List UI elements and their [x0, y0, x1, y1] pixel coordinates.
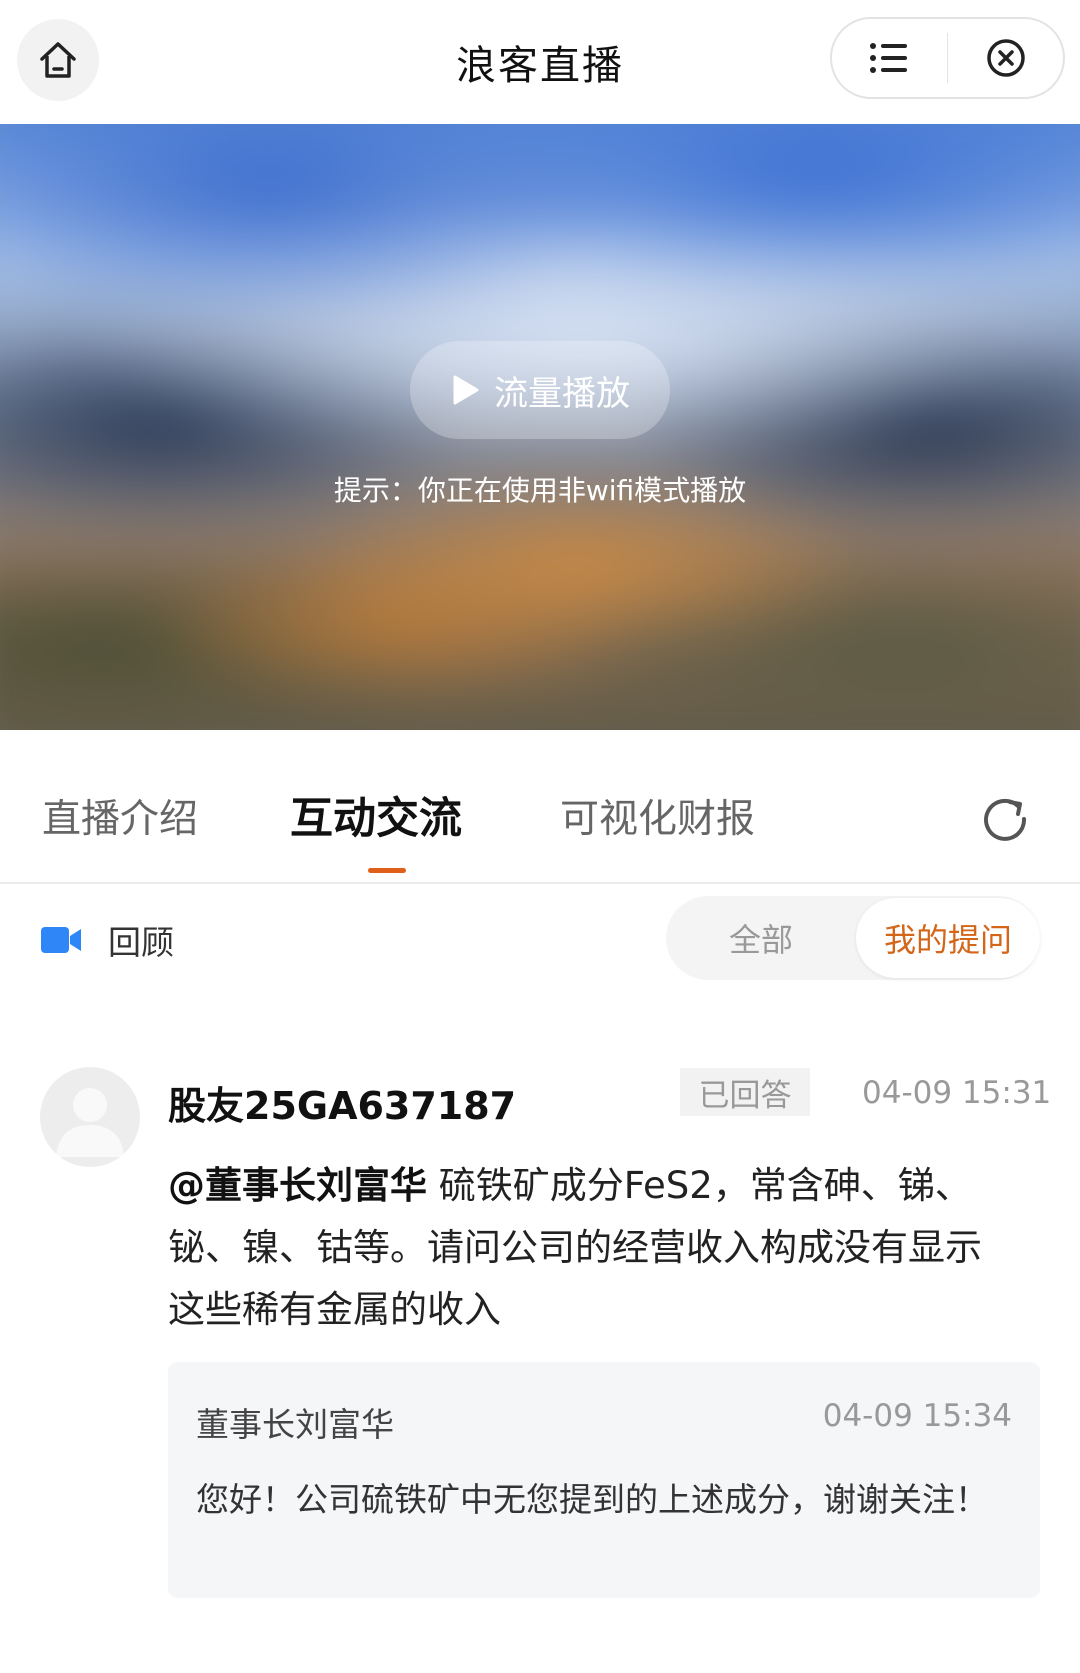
refresh-icon — [984, 798, 1027, 841]
question-text: @董事长刘富华 硫铁矿成分FeS2，常含砷、锑、铋、镍、钴等。请问公司的经营收入… — [168, 1155, 1018, 1341]
refresh-button[interactable] — [980, 795, 1032, 847]
video-camera-icon — [41, 927, 81, 953]
question-time: 04-09 15:31 — [862, 1075, 1052, 1111]
answer-time: 04-09 15:34 — [822, 1398, 1012, 1434]
cellular-play-button[interactable]: 流量播放 — [410, 341, 670, 439]
filter-all[interactable]: 全部 — [666, 896, 856, 980]
answer-text: 您好！公司硫铁矿中无您提到的上述成分，谢谢关注！ — [196, 1480, 988, 1519]
mini-program-capsule — [830, 17, 1065, 99]
list-menu-icon — [870, 43, 908, 73]
top-bar: 浪客直播 — [0, 0, 1080, 124]
question-filter-toggle: 全部 我的提问 — [666, 896, 1040, 980]
tab-live-intro[interactable]: 直播介绍 — [42, 788, 198, 844]
tab-interaction[interactable]: 互动交流 — [290, 784, 462, 846]
question-card: 股友25GA637187 已回答 04-09 15:31 @董事长刘富华 硫铁矿… — [0, 990, 1080, 1673]
status-badge: 已回答 — [680, 1068, 810, 1116]
answerer-name: 董事长刘富华 — [196, 1405, 394, 1444]
play-label: 流量播放 — [494, 373, 630, 414]
tab-visual-report[interactable]: 可视化财报 — [560, 788, 755, 844]
active-tab-indicator — [368, 868, 406, 873]
close-circle-icon — [986, 39, 1025, 77]
tab-bar: 直播介绍 互动交流 可视化财报 — [0, 730, 1080, 884]
close-button[interactable] — [948, 19, 1063, 97]
review-label: 回顾 — [108, 923, 174, 962]
filter-row: 回顾 全部 我的提问 — [0, 884, 1080, 992]
play-icon — [453, 375, 479, 405]
menu-button[interactable] — [832, 19, 947, 97]
review-link[interactable]: 回顾 — [40, 916, 174, 964]
answer-block: 董事长刘富华 04-09 15:34 您好！公司硫铁矿中无您提到的上述成分，谢谢… — [168, 1362, 1040, 1598]
mention[interactable]: @董事长刘富华 — [168, 1164, 427, 1207]
video-player[interactable]: 流量播放 提示：你正在使用非wifi模式播放 — [0, 124, 1080, 730]
default-avatar-icon — [56, 1088, 124, 1157]
filter-my-questions[interactable]: 我的提问 — [856, 898, 1040, 978]
network-hint: 提示：你正在使用非wifi模式播放 — [333, 474, 747, 507]
question-username: 股友25GA637187 — [168, 1084, 517, 1128]
avatar — [40, 1067, 140, 1167]
